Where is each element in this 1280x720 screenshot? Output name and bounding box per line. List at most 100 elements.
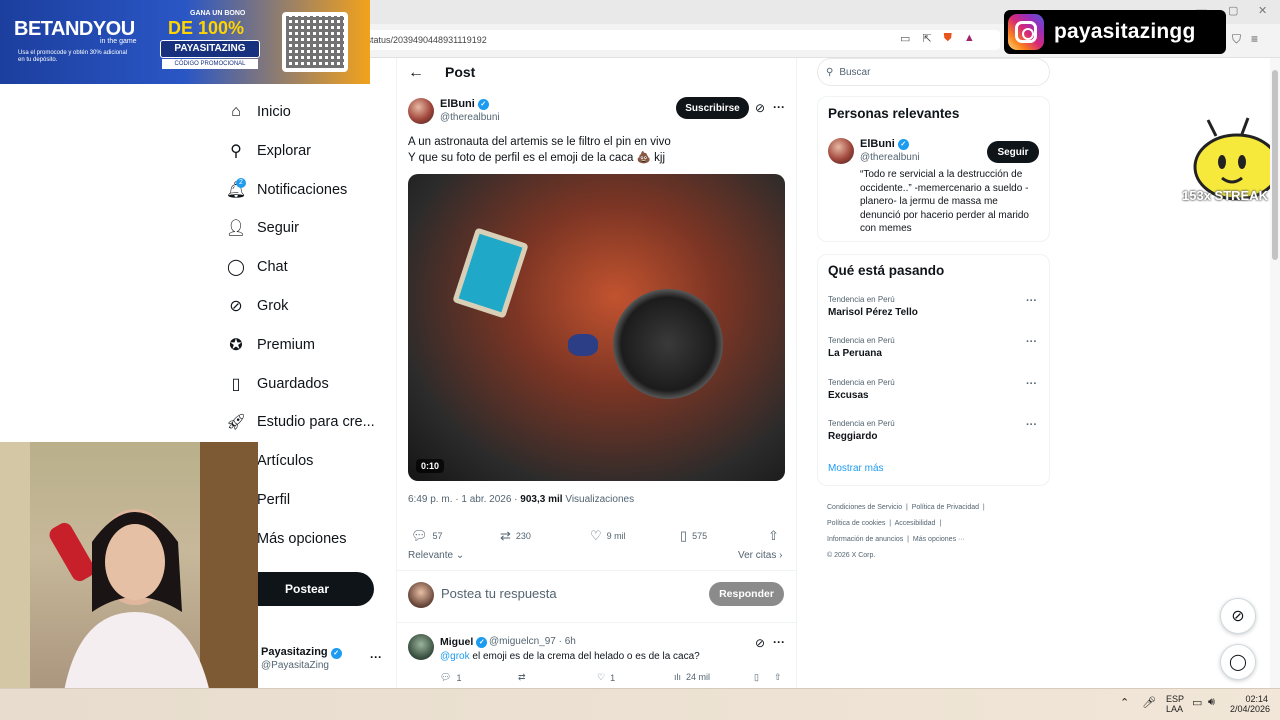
- reply-views-action[interactable]: ılı 24 mil: [674, 672, 710, 682]
- bookmark-action[interactable]: ▯ 575: [680, 528, 707, 544]
- share-action[interactable]: ⇧: [768, 528, 779, 544]
- footer-link[interactable]: Condiciones de Servicio: [827, 504, 902, 511]
- share-icon[interactable]: ⇱: [922, 32, 931, 45]
- reply-input[interactable]: Postea tu respuesta: [441, 586, 557, 601]
- footer-link[interactable]: Más opciones ···: [913, 536, 965, 543]
- reply-like-action[interactable]: ♡ 1: [597, 672, 615, 683]
- footer-link[interactable]: Política de cookies: [827, 520, 885, 527]
- nav-item-explorar[interactable]: ⚲ Explorar: [226, 139, 311, 163]
- reply-action[interactable]: 💬︎ 57: [411, 528, 443, 544]
- chat-icon: ◯: [1229, 654, 1247, 671]
- video-frame-helmet: [613, 289, 723, 399]
- footer-link[interactable]: Información de anuncios: [827, 536, 903, 543]
- trend-item[interactable]: Reggiardo: [828, 431, 877, 442]
- reply-author-avatar[interactable]: [408, 634, 434, 660]
- nav-label: Seguir: [257, 220, 299, 236]
- nav-item-grok[interactable]: ⊘ Grok: [226, 294, 288, 318]
- sort-dropdown[interactable]: Relevante ⌄: [408, 550, 464, 561]
- menu-icon[interactable]: ≡: [1251, 32, 1258, 47]
- nav-item-seguir[interactable]: 👤︎ Seguir: [226, 216, 299, 240]
- language-indicator[interactable]: ESP LAA: [1166, 694, 1184, 714]
- microphone-icon[interactable]: 🎤︎: [1142, 696, 1156, 709]
- post-button[interactable]: Postear: [240, 572, 374, 606]
- scrollbar-thumb[interactable]: [1272, 70, 1278, 260]
- instagram-icon: [1008, 14, 1044, 50]
- follow-button[interactable]: Seguir: [987, 141, 1039, 163]
- more-options-icon[interactable]: ···: [1026, 295, 1037, 307]
- reply-repost-action[interactable]: ⇄: [518, 672, 526, 683]
- volume-icon[interactable]: 🔊︎: [1208, 696, 1215, 709]
- more-options-icon[interactable]: ···: [773, 635, 785, 649]
- more-options-icon[interactable]: ···: [1026, 419, 1037, 431]
- network-icon[interactable]: ▭: [1192, 696, 1202, 709]
- grok-icon[interactable]: ⊘: [755, 636, 765, 650]
- reply-button[interactable]: Responder: [709, 582, 784, 606]
- webcam-feed: [0, 442, 258, 720]
- author-handle: @therealbuni: [440, 112, 500, 123]
- ad-promo-code: PAYASITAZING: [160, 40, 260, 58]
- reply-author-name[interactable]: Miguel ✓: [440, 636, 488, 648]
- subscribe-button[interactable]: Suscribirse: [676, 97, 749, 119]
- rewards-icon[interactable]: ▲: [964, 32, 975, 45]
- nav-label: Premium: [257, 337, 316, 353]
- trend-item[interactable]: Excusas: [828, 390, 869, 401]
- reply-reply-action[interactable]: 💬︎ 1: [440, 672, 461, 683]
- more-options-icon[interactable]: ···: [1026, 378, 1037, 390]
- trend-category: Tendencia en Perú: [828, 295, 895, 304]
- trend-item[interactable]: Marisol Pérez Tello: [828, 307, 918, 318]
- relevant-people-title: Personas relevantes: [828, 106, 960, 121]
- nav-item-chat[interactable]: ◯ Chat: [226, 255, 288, 279]
- clock[interactable]: 02:14 2/04/2026: [1230, 694, 1270, 714]
- maximize-button[interactable]: ▢: [1228, 4, 1238, 17]
- nav-item-premium[interactable]: ✪ Premium: [226, 333, 315, 357]
- bookmark-icon: ▯: [754, 672, 759, 682]
- person-handle: @therealbuni: [860, 152, 920, 163]
- person-avatar[interactable]: [828, 138, 854, 164]
- grok-icon[interactable]: ⊘: [755, 101, 765, 115]
- more-options-icon[interactable]: ···: [773, 100, 785, 114]
- author-avatar[interactable]: [408, 98, 434, 124]
- brave-shield-icon[interactable]: ⛊: [944, 32, 952, 45]
- profile-name[interactable]: Payasitazing ✓: [261, 646, 342, 659]
- person-name[interactable]: ElBuni ✓: [860, 138, 909, 150]
- nav-item-estudio[interactable]: 🚀︎ Estudio para cre...: [226, 410, 375, 434]
- nav-label: Explorar: [257, 143, 311, 159]
- shield-icon[interactable]: ⛉: [1232, 32, 1241, 47]
- verified-icon: ✓: [897, 138, 909, 150]
- search-input[interactable]: ⚲ Buscar: [817, 58, 1050, 86]
- reply-share-action[interactable]: ⇧: [774, 672, 782, 683]
- grok-icon: ⊘: [1231, 608, 1245, 625]
- footer-link[interactable]: Accesibilidad: [895, 520, 936, 527]
- nav-item-guardados[interactable]: ▯ Guardados: [226, 372, 329, 396]
- video-player[interactable]: [408, 174, 785, 481]
- nav-label: Notificaciones: [257, 182, 348, 198]
- reader-icon[interactable]: ▭: [900, 32, 910, 45]
- add-user-icon: 👤︎: [225, 220, 247, 237]
- close-window-button[interactable]: ✕: [1258, 4, 1267, 17]
- tweet-line-1: A un astronauta del artemis se le filtro…: [408, 136, 671, 148]
- tray-chevron-icon[interactable]: ⌃: [1120, 696, 1129, 709]
- trend-item[interactable]: La Peruana: [828, 348, 882, 359]
- chat-fab[interactable]: ◯: [1220, 644, 1256, 680]
- profile-more-icon[interactable]: ···: [370, 650, 382, 664]
- nav-item-inicio[interactable]: ⌂ Inicio: [226, 100, 291, 124]
- chevron-down-icon: ⌄: [455, 550, 465, 561]
- ad-headline: DE 100%: [168, 18, 245, 38]
- back-arrow-icon[interactable]: ←: [408, 64, 424, 82]
- grok-fab[interactable]: ⊘: [1220, 598, 1256, 634]
- view-quotes-link[interactable]: Ver citas ›: [738, 550, 782, 561]
- profile-handle: @PayasitaZing: [261, 660, 329, 671]
- reply-bookmark-action[interactable]: ▯: [754, 672, 759, 683]
- footer-link[interactable]: Política de Privacidad: [912, 504, 979, 511]
- like-action[interactable]: ♡ 9 mil: [590, 528, 626, 544]
- author-name[interactable]: ElBuni ✓: [440, 98, 489, 110]
- show-more-link[interactable]: Mostrar más: [828, 463, 884, 474]
- nav-label: Guardados: [257, 376, 329, 392]
- more-options-icon[interactable]: ···: [1026, 336, 1037, 348]
- reply-icon: 💬︎: [440, 672, 452, 682]
- qr-code-icon: [282, 12, 348, 72]
- repost-action[interactable]: ⇄ 230: [500, 528, 531, 544]
- mention-link[interactable]: @grok: [440, 651, 470, 662]
- person-bio: “Todo re servicial a la destrucción de o…: [860, 169, 1029, 234]
- streak-counter: 153x STREAK: [1182, 188, 1268, 203]
